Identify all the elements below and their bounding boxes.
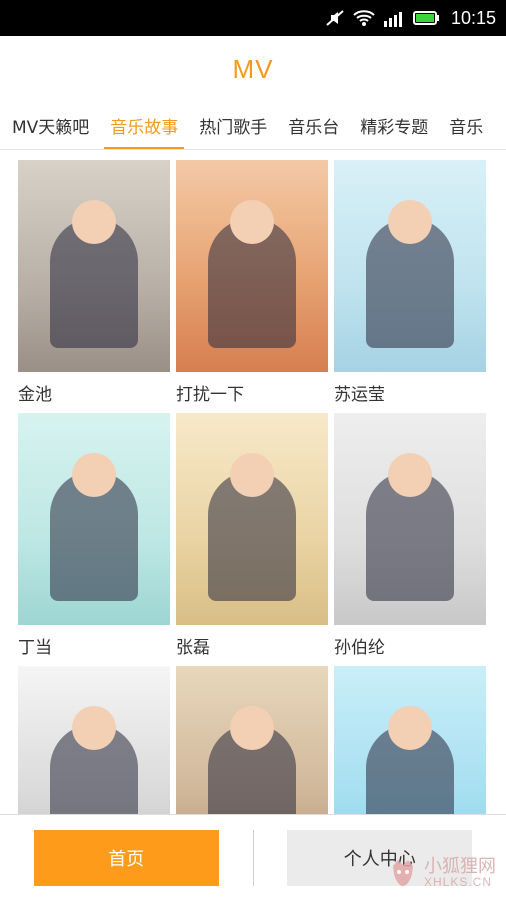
mv-title: 孙伯纶 bbox=[334, 638, 385, 658]
mv-thumbnail[interactable] bbox=[176, 413, 328, 625]
wifi-icon bbox=[353, 9, 375, 27]
tab-music-station[interactable]: 音乐台 bbox=[288, 102, 339, 149]
mv-card[interactable]: 苏运莹 bbox=[334, 160, 486, 413]
mv-card[interactable]: 孙伯纶 bbox=[334, 413, 486, 666]
mv-card[interactable]: 金池 bbox=[18, 160, 170, 413]
watermark: 小狐狸网 XHLKS.CN bbox=[388, 858, 496, 888]
tab-hot-singers[interactable]: 热门歌手 bbox=[199, 102, 267, 149]
mv-thumbnail[interactable] bbox=[176, 160, 328, 372]
home-button[interactable]: 首页 bbox=[34, 829, 219, 886]
mv-thumbnail[interactable] bbox=[18, 413, 170, 625]
mv-title: 打扰一下 bbox=[176, 385, 244, 405]
tab-mv-tianlai[interactable]: MV天籁吧 bbox=[12, 102, 89, 149]
status-bar: 10:15 bbox=[0, 0, 506, 36]
mv-title: 丁当 bbox=[18, 638, 52, 658]
status-icons bbox=[325, 9, 441, 27]
mv-title: 张磊 bbox=[176, 638, 210, 658]
mv-card[interactable]: 张磊 bbox=[176, 413, 328, 666]
mv-title: 苏运莹 bbox=[334, 385, 385, 405]
signal-icon bbox=[383, 9, 405, 27]
tab-special-topics[interactable]: 精彩专题 bbox=[360, 102, 428, 149]
status-time: 10:15 bbox=[450, 7, 496, 28]
mv-card[interactable]: 丁当 bbox=[18, 413, 170, 666]
mv-thumbnail[interactable] bbox=[334, 160, 486, 372]
mv-card[interactable]: 打扰一下 bbox=[176, 160, 328, 413]
mv-thumbnail[interactable] bbox=[334, 413, 486, 625]
fox-logo-icon bbox=[388, 858, 418, 888]
watermark-en: XHLKS.CN bbox=[424, 875, 493, 889]
mute-icon bbox=[325, 9, 345, 27]
bottom-nav-divider bbox=[252, 829, 254, 886]
page-title: MV bbox=[232, 53, 274, 84]
mv-grid: 金池 打扰一下 苏运莹 丁当 张磊 孙伯纶 bbox=[0, 150, 506, 919]
watermark-text: 小狐狸网 XHLKS.CN bbox=[424, 856, 496, 889]
mv-title: 金池 bbox=[18, 385, 52, 405]
tab-music-story[interactable]: 音乐故事 bbox=[104, 102, 185, 149]
bottom-nav: 首页 个人中心 小狐狸网 XHLKS.CN bbox=[0, 814, 506, 900]
battery-icon bbox=[412, 9, 441, 27]
category-tabs: MV天籁吧 音乐故事 热门歌手 音乐台 精彩专题 音乐 bbox=[0, 102, 506, 150]
watermark-cn: 小狐狸网 bbox=[424, 856, 496, 877]
mv-thumbnail[interactable] bbox=[18, 160, 170, 372]
tab-music-more[interactable]: 音乐 bbox=[449, 102, 483, 149]
title-bar: MV bbox=[0, 36, 506, 102]
